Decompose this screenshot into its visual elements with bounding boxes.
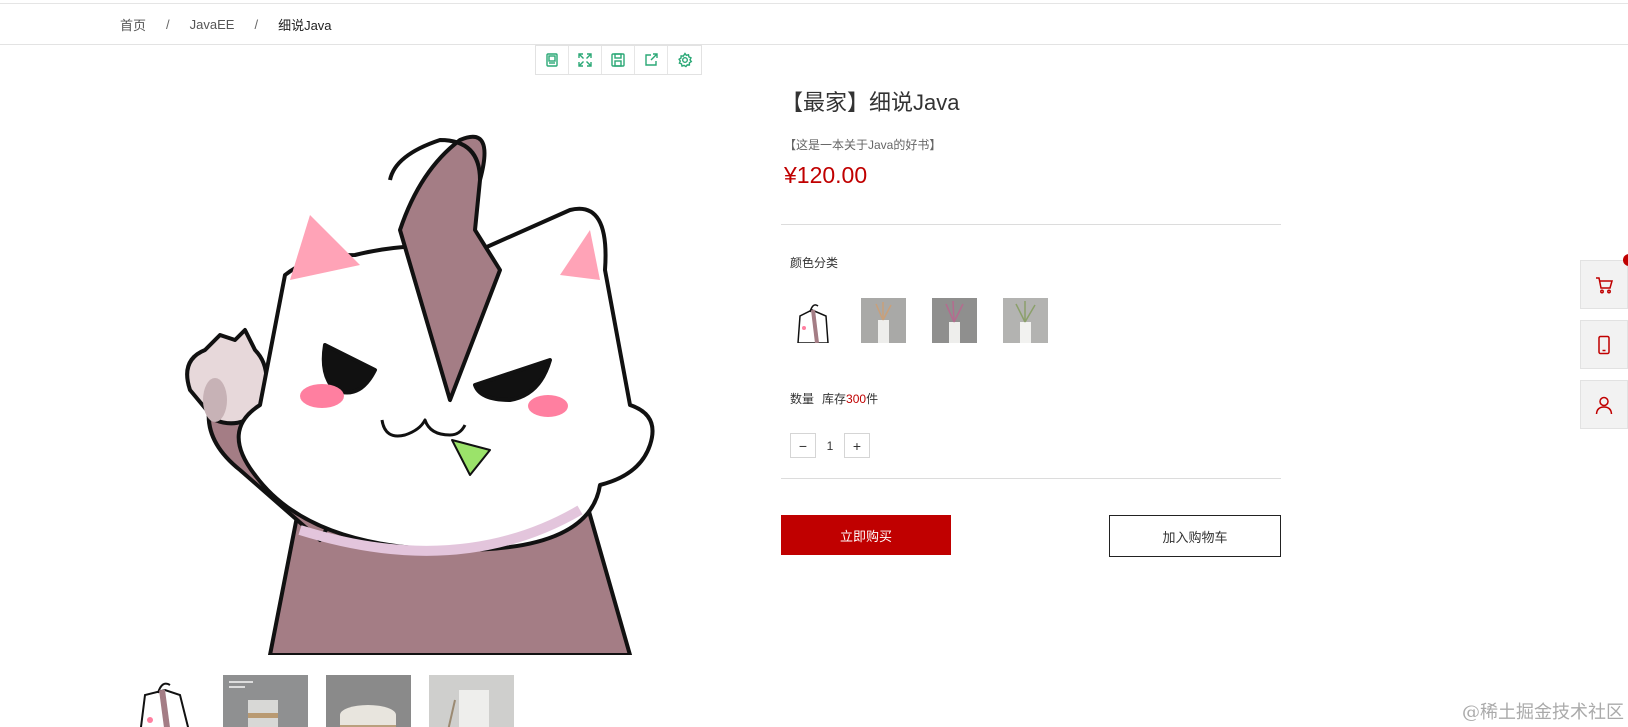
- cart-badge: [1623, 254, 1628, 266]
- breadcrumb-home[interactable]: 首页: [120, 15, 146, 34]
- phone-icon: [1598, 335, 1610, 354]
- cart-icon: [1596, 276, 1613, 293]
- fullscreen-icon[interactable]: [569, 46, 602, 74]
- thumbnail-strip: [120, 675, 514, 727]
- color-swatch[interactable]: [932, 298, 977, 343]
- quantity-stepper: − 1 +: [790, 433, 870, 458]
- breadcrumb-separator: /: [166, 16, 170, 32]
- breadcrumb-category[interactable]: JavaEE: [190, 17, 235, 32]
- quantity-value[interactable]: 1: [816, 439, 844, 453]
- stock-count: 300: [846, 392, 867, 406]
- thumbnail-image[interactable]: [223, 675, 308, 727]
- image-toolbar: [535, 45, 702, 75]
- stock-suffix: 件: [866, 392, 879, 406]
- quantity-label: 数量 库存300件: [790, 390, 878, 407]
- book-icon[interactable]: [536, 46, 569, 74]
- save-icon[interactable]: [602, 46, 635, 74]
- side-toolbar: [1580, 254, 1628, 440]
- color-swatch[interactable]: [1003, 298, 1048, 343]
- breadcrumb-separator: /: [254, 16, 259, 32]
- settings-icon[interactable]: [668, 46, 701, 74]
- divider: [781, 224, 1281, 225]
- breadcrumb-current: 细说Java: [278, 17, 332, 33]
- share-icon[interactable]: [635, 46, 668, 74]
- side-user-button[interactable]: [1580, 380, 1628, 429]
- product-title: 【最家】细说Java: [781, 90, 960, 115]
- watermark: @稀土掘金技术社区: [1462, 702, 1624, 723]
- divider: [781, 478, 1281, 479]
- thumbnail-image[interactable]: [120, 675, 205, 727]
- buy-now-button[interactable]: 立即购买: [781, 515, 951, 555]
- quantity-label-text: 数量: [790, 392, 815, 406]
- main-product-image: [160, 100, 700, 655]
- user-icon: [1595, 396, 1613, 414]
- increase-button[interactable]: +: [844, 433, 870, 458]
- color-swatch[interactable]: [790, 298, 835, 343]
- product-price: ¥120.00: [784, 162, 868, 188]
- breadcrumb: 首页 / JavaEE / 细说Java: [0, 4, 1628, 45]
- thumbnail-image[interactable]: [326, 675, 411, 727]
- add-to-cart-button[interactable]: 加入购物车: [1109, 515, 1281, 557]
- color-option-label: 颜色分类: [790, 256, 839, 270]
- side-phone-button[interactable]: [1580, 320, 1628, 369]
- color-swatches: [790, 298, 1048, 343]
- color-swatch[interactable]: [861, 298, 906, 343]
- thumbnail-image[interactable]: [429, 675, 514, 727]
- side-cart-button[interactable]: [1580, 254, 1628, 309]
- product-subtitle: 【这是一本关于Java的好书】: [784, 138, 942, 152]
- stock-prefix: 库存: [822, 392, 847, 406]
- decrease-button[interactable]: −: [790, 433, 816, 458]
